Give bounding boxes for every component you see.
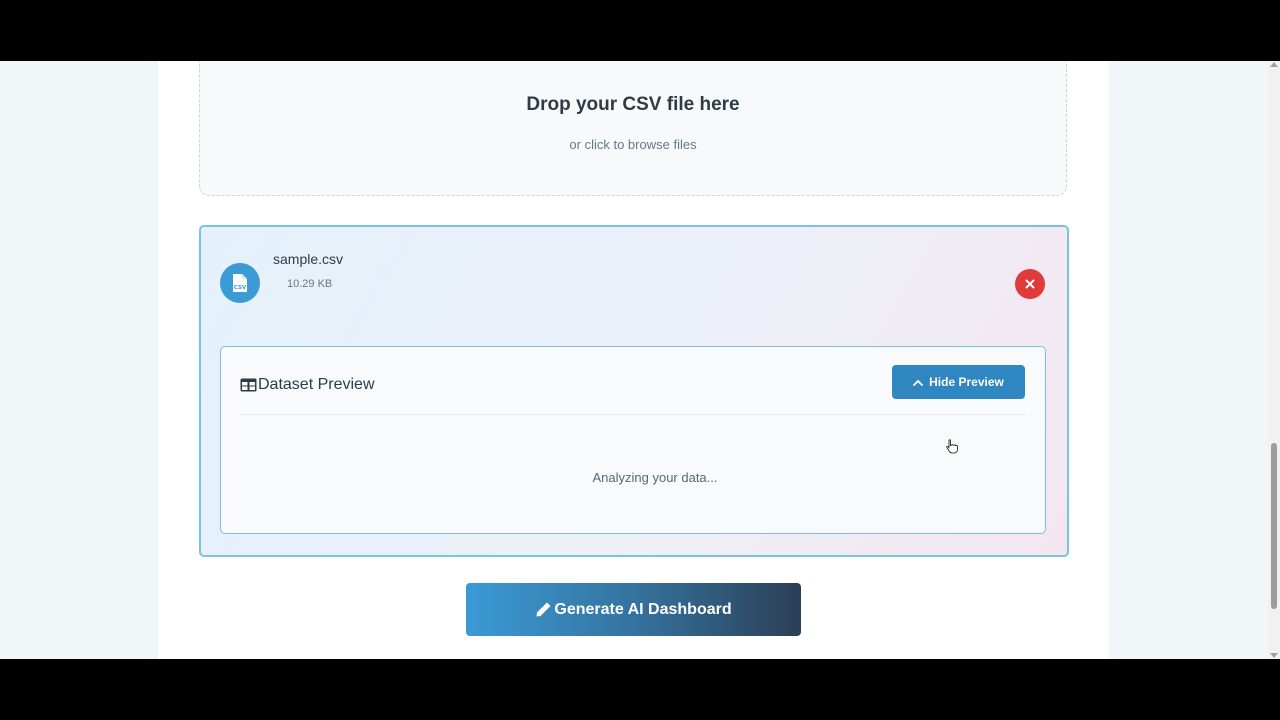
- csv-icon-label: CSV: [234, 285, 247, 291]
- file-size: 10.29 KB: [287, 278, 333, 290]
- upload-card: Drop your CSV file here or click to brow…: [158, 61, 1109, 659]
- page-viewport: Drop your CSV file here or click to brow…: [0, 61, 1280, 659]
- chevron-up-icon: [913, 379, 924, 386]
- preview-header: Dataset Preview: [240, 376, 375, 394]
- scrollbar-thumb[interactable]: [1271, 443, 1277, 609]
- pencil-icon: [536, 602, 551, 617]
- dropzone-subtitle: or click to browse files: [569, 137, 697, 152]
- hand-cursor-icon: [946, 439, 958, 454]
- analyzing-status: Analyzing your data...: [592, 470, 718, 485]
- generate-dashboard-button[interactable]: Generate AI Dashboard: [466, 583, 801, 636]
- hide-preview-label: Hide Preview: [929, 375, 1004, 389]
- remove-file-button[interactable]: [1015, 269, 1045, 299]
- page-scrollbar[interactable]: [1268, 61, 1280, 659]
- preview-divider: [240, 414, 1026, 415]
- hide-preview-button[interactable]: Hide Preview: [892, 365, 1025, 399]
- close-icon: [1025, 279, 1035, 289]
- dataset-preview: Dataset Preview Hide Preview Analyzing y…: [220, 346, 1046, 534]
- selected-file-panel: CSV sample.csv 10.29 KB Dataset Preview …: [199, 225, 1069, 557]
- csv-dropzone[interactable]: Drop your CSV file here or click to brow…: [199, 61, 1067, 196]
- scroll-down-arrow-icon[interactable]: [1270, 653, 1278, 658]
- scroll-up-arrow-icon[interactable]: [1270, 62, 1278, 67]
- file-name: sample.csv: [273, 251, 344, 267]
- csv-file-icon: CSV: [220, 263, 260, 303]
- preview-title: Dataset Preview: [258, 376, 375, 393]
- dropzone-title: Drop your CSV file here: [526, 94, 740, 115]
- table-icon: [240, 378, 257, 392]
- generate-dashboard-label: Generate AI Dashboard: [554, 600, 732, 618]
